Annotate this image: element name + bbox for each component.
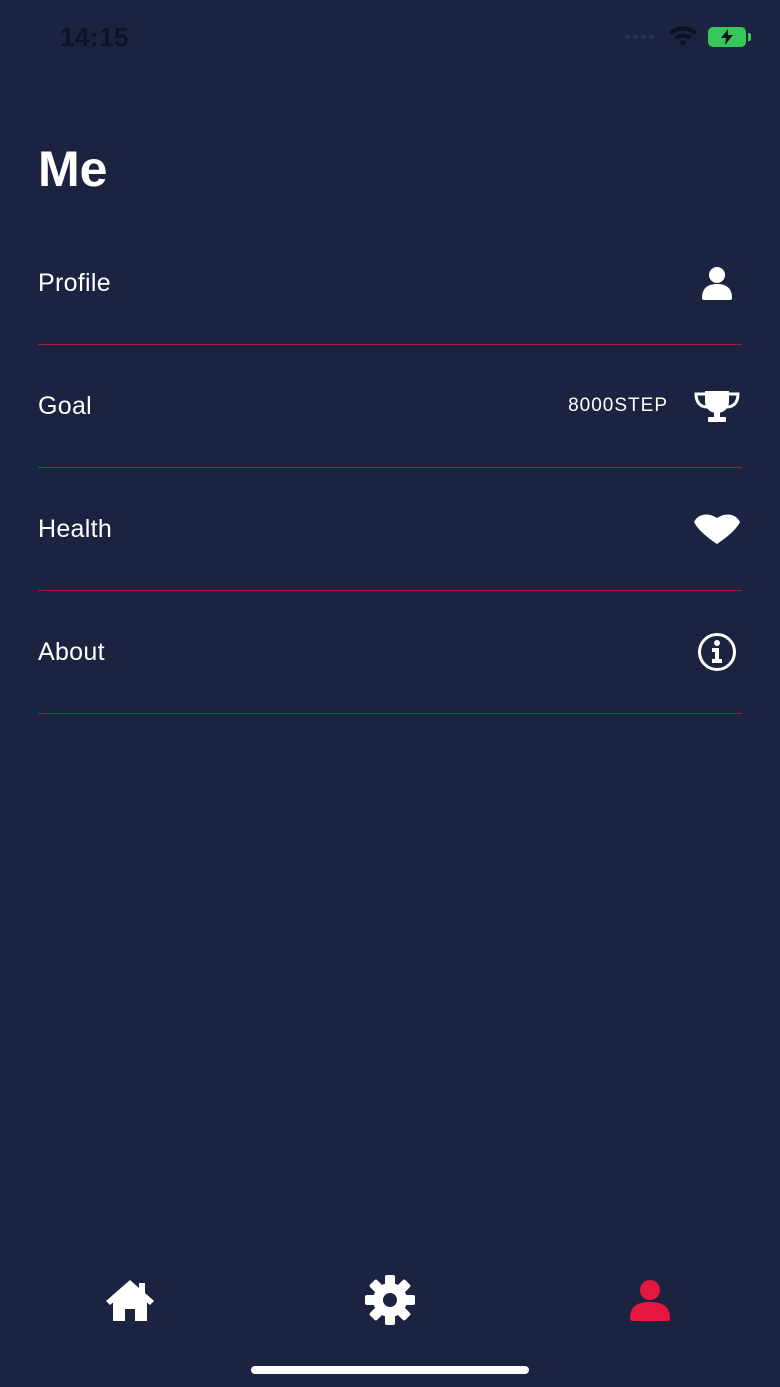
tab-home[interactable] xyxy=(100,1272,160,1328)
home-icon xyxy=(106,1280,154,1321)
gear-icon xyxy=(365,1275,415,1325)
menu-item-label: Profile xyxy=(38,268,111,297)
tab-settings[interactable] xyxy=(360,1272,420,1328)
wifi-icon xyxy=(669,26,697,46)
menu-item-label: Goal xyxy=(38,391,93,420)
page-title: Me xyxy=(38,141,108,197)
menu-item-label: About xyxy=(38,637,105,666)
menu-item-goal[interactable]: Goal 8000STEP xyxy=(38,345,742,468)
user-icon xyxy=(692,258,742,308)
tab-me[interactable] xyxy=(620,1272,680,1328)
menu-item-about[interactable]: About xyxy=(38,591,742,714)
settings-menu-list: Profile Goal 8000STEP Health About xyxy=(38,222,742,714)
status-bar: 14:15 xyxy=(0,0,780,80)
info-icon xyxy=(692,627,742,677)
cellular-signal-icon xyxy=(625,35,654,39)
menu-item-health[interactable]: Health xyxy=(38,468,742,591)
user-icon xyxy=(630,1280,670,1321)
bottom-tab-bar xyxy=(0,1262,780,1342)
goal-value: 8000STEP xyxy=(568,395,668,416)
status-icons xyxy=(625,26,751,48)
heart-icon xyxy=(692,504,742,554)
trophy-icon xyxy=(692,381,742,431)
menu-item-profile[interactable]: Profile xyxy=(38,222,742,345)
menu-item-label: Health xyxy=(38,514,113,543)
home-indicator[interactable] xyxy=(251,1366,529,1374)
status-time: 14:15 xyxy=(60,22,129,52)
battery-icon xyxy=(708,27,751,47)
